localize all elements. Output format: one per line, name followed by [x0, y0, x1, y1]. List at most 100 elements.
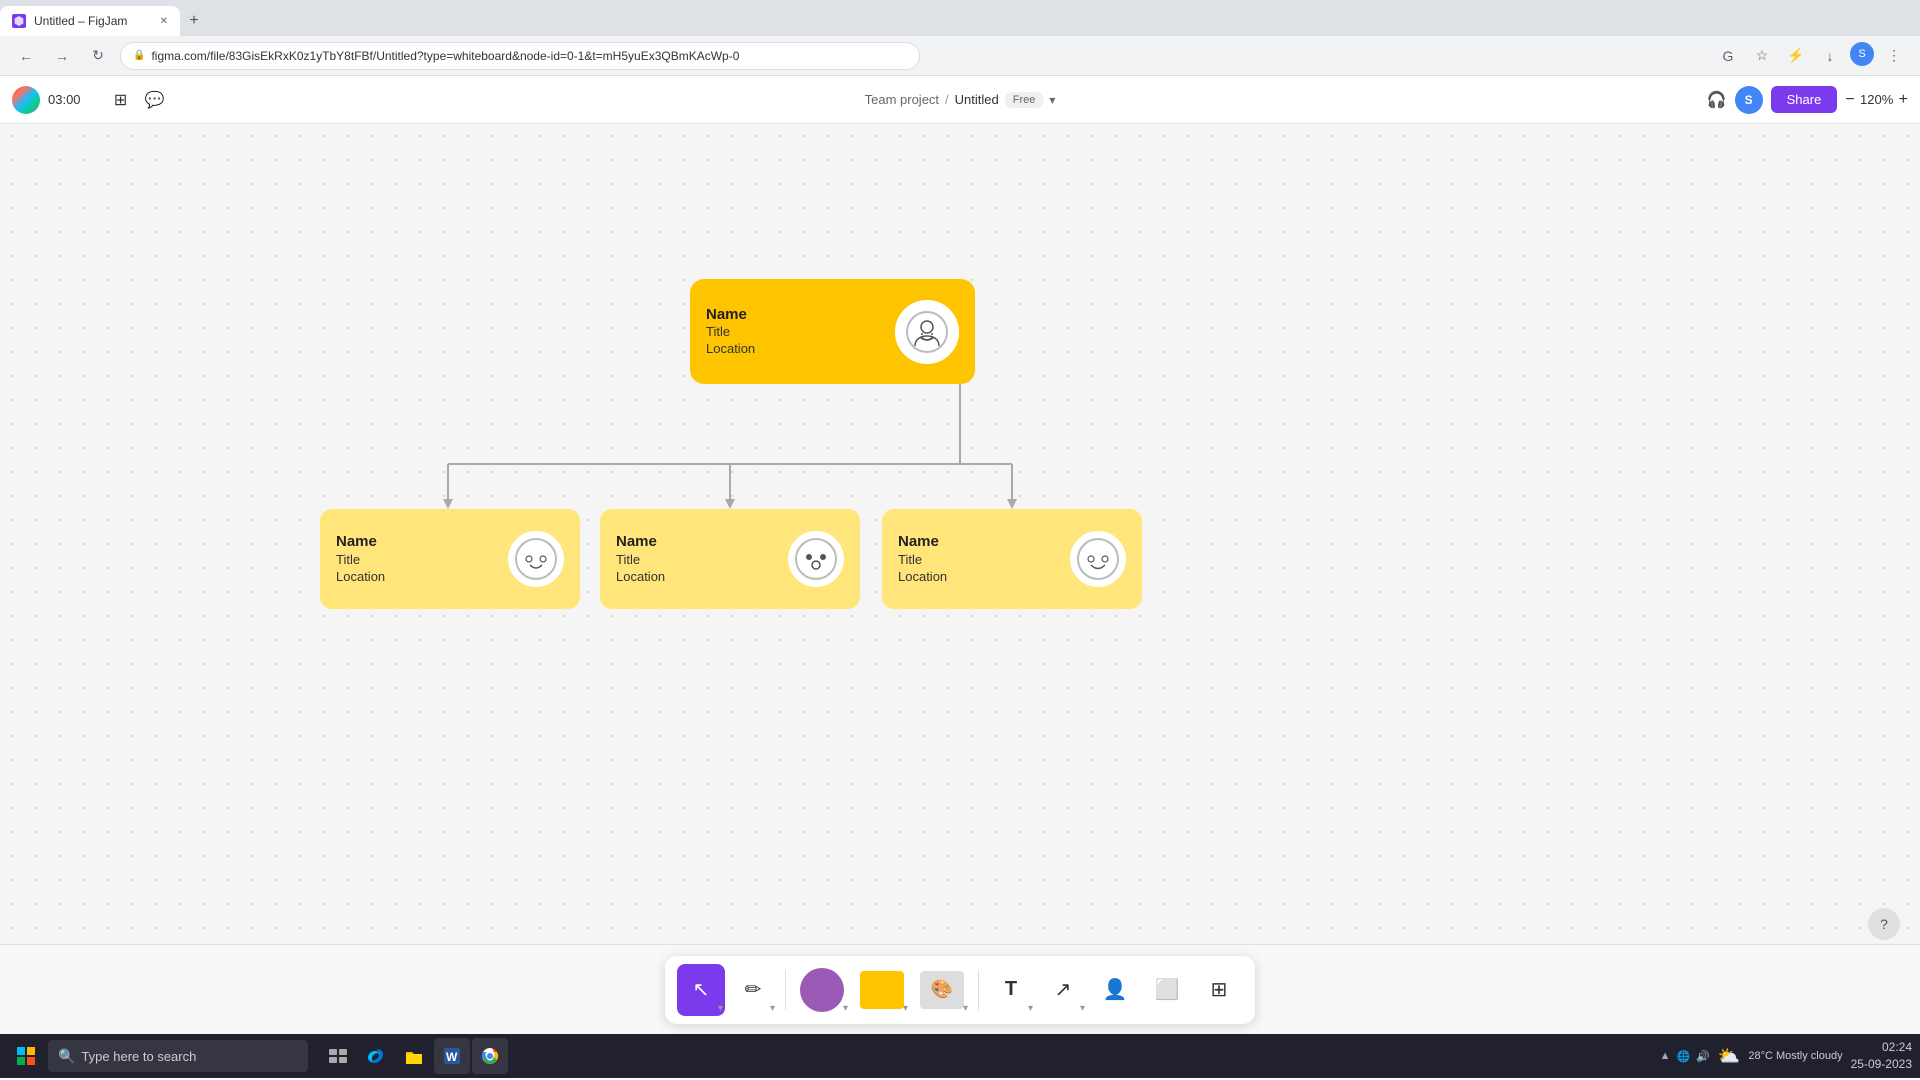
root-card-info: Name Title Location [706, 305, 883, 358]
volume-icon[interactable]: 🔊 [1696, 1050, 1710, 1063]
zoom-out-btn[interactable]: − [1845, 91, 1854, 109]
root-title: Title [706, 324, 883, 341]
cursor-arrow: ▾ [718, 1003, 723, 1014]
comment-icon[interactable]: 💬 [139, 84, 171, 116]
purple-shape-preview [800, 968, 844, 1012]
breadcrumb-file[interactable]: Untitled [955, 92, 999, 107]
toolbar-panel: ↖ ▾ ✏ ▾ ▾ ▾ 🎨 ▾ T ▾ [665, 956, 1255, 1024]
sep-2 [978, 970, 979, 1010]
sep-1 [785, 970, 786, 1010]
cursor-icon: ↖ [693, 977, 710, 1002]
text-icon: T [1005, 978, 1017, 1001]
child-right-info: Name Title Location [898, 532, 1058, 585]
child-card-right[interactable]: Name Title Location [882, 509, 1142, 609]
google-icon[interactable]: G [1714, 42, 1742, 70]
logo-area: 03:00 [12, 86, 81, 114]
yellow-arrow: ▾ [903, 1003, 908, 1014]
start-button[interactable] [8, 1038, 44, 1074]
connect-arrow: ▾ [1080, 1003, 1085, 1014]
sticker-tool[interactable]: 🎨 ▾ [914, 964, 970, 1016]
tab-close-btn[interactable]: ✕ [160, 16, 168, 27]
bookmark-icon[interactable]: ☆ [1748, 42, 1776, 70]
forward-btn[interactable]: → [48, 42, 76, 70]
url-text: figma.com/file/83GisEkRxK0z1yTbY8tFBf/Un… [151, 49, 739, 63]
figma-logo[interactable] [12, 86, 40, 114]
child-left-name: Name [336, 532, 496, 552]
profile-icon[interactable]: S [1850, 42, 1874, 66]
root-name: Name [706, 305, 883, 325]
system-tray: ▲ 🌐 🔊 [1660, 1050, 1710, 1063]
child-card-left[interactable]: Name Title Location [320, 509, 580, 609]
clock-date: 25-09-2023 [1851, 1056, 1912, 1073]
refresh-btn[interactable]: ↻ [84, 42, 112, 70]
breadcrumb: Team project / Untitled Free ▾ [865, 92, 1056, 108]
sticker-preview: 🎨 [920, 971, 964, 1009]
download-icon[interactable]: ↓ [1816, 42, 1844, 70]
menu-icon[interactable]: ⋮ [1880, 42, 1908, 70]
tab-favicon [12, 14, 26, 28]
search-icon: 🔍 [58, 1048, 75, 1065]
zoom-level[interactable]: 120% [1859, 92, 1895, 107]
yellow-shape-preview [860, 971, 904, 1009]
root-location: Location [706, 341, 883, 358]
frame-icon: ⬜ [1155, 977, 1180, 1002]
sticker-arrow: ▾ [963, 1003, 968, 1014]
taskbar-apps: W [320, 1038, 508, 1074]
extensions-icon[interactable]: ⚡ [1782, 42, 1810, 70]
share-button[interactable]: Share [1771, 86, 1838, 113]
frame-tool[interactable]: ⬜ [1143, 964, 1191, 1016]
dropdown-icon[interactable]: ▾ [1049, 93, 1055, 107]
pen-tool[interactable]: ✏ ▾ [729, 964, 777, 1016]
zoom-control: − 120% + [1845, 91, 1908, 109]
search-placeholder: Type here to search [81, 1049, 196, 1064]
tray-up-icon[interactable]: ▲ [1660, 1050, 1671, 1062]
taskbar: 🔍 Type here to search [0, 1034, 1920, 1078]
person-tool[interactable]: 👤 [1091, 964, 1139, 1016]
child-mid-title: Title [616, 552, 776, 569]
address-bar[interactable]: 🔒 figma.com/file/83GisEkRxK0z1yTbY8tFBf/… [120, 42, 920, 70]
yellow-shape-tool[interactable]: ▾ [854, 964, 910, 1016]
connect-icon: ↗ [1055, 977, 1072, 1002]
weather-icon: ⛅ [1718, 1046, 1740, 1067]
root-card[interactable]: Name Title Location [690, 279, 975, 384]
child-card-mid[interactable]: Name Title Location [600, 509, 860, 609]
shapes-tool[interactable]: ▾ [794, 964, 850, 1016]
browser-tab[interactable]: Untitled – FigJam ✕ [0, 6, 180, 36]
child-left-location: Location [336, 569, 496, 586]
root-avatar [895, 300, 959, 364]
chrome-app[interactable] [472, 1038, 508, 1074]
word-app[interactable]: W [434, 1038, 470, 1074]
canvas[interactable]: Name Title Location Name Title Location [0, 124, 1920, 944]
child-right-location: Location [898, 569, 1058, 586]
back-btn[interactable]: ← [12, 42, 40, 70]
user-avatar[interactable]: S [1735, 86, 1763, 114]
table-tool[interactable]: ⊞ [1195, 964, 1243, 1016]
headphone-icon[interactable]: 🎧 [1707, 90, 1727, 110]
child-left-title: Title [336, 552, 496, 569]
breadcrumb-sep: / [945, 92, 949, 107]
zoom-in-btn[interactable]: + [1899, 91, 1908, 109]
screen-icon[interactable]: ⊞ [105, 84, 137, 116]
child-mid-location: Location [616, 569, 776, 586]
child-right-name: Name [898, 532, 1058, 552]
text-tool[interactable]: T ▾ [987, 964, 1035, 1016]
taskbar-right: ▲ 🌐 🔊 ⛅ 28°C Mostly cloudy 02:24 25-09-2… [1660, 1039, 1912, 1073]
clock-time: 02:24 [1851, 1039, 1912, 1056]
shape-arrow: ▾ [843, 1003, 848, 1014]
help-button[interactable]: ? [1868, 908, 1900, 940]
connect-tool[interactable]: ↗ ▾ [1039, 964, 1087, 1016]
taskbar-clock[interactable]: 02:24 25-09-2023 [1851, 1039, 1912, 1073]
security-icon: 🔒 [133, 50, 145, 61]
cursor-tool[interactable]: ↖ ▾ [677, 964, 725, 1016]
taskbar-search[interactable]: 🔍 Type here to search [48, 1040, 308, 1072]
explorer-app[interactable] [396, 1038, 432, 1074]
network-icon: 🌐 [1677, 1050, 1691, 1063]
svg-text:W: W [446, 1050, 458, 1064]
edge-app[interactable] [358, 1038, 394, 1074]
breadcrumb-project[interactable]: Team project [865, 92, 939, 107]
child-left-avatar [508, 531, 564, 587]
pen-icon: ✏ [745, 977, 762, 1002]
taskview-btn[interactable] [320, 1038, 356, 1074]
child-mid-avatar [788, 531, 844, 587]
new-tab-btn[interactable]: + [180, 7, 208, 35]
